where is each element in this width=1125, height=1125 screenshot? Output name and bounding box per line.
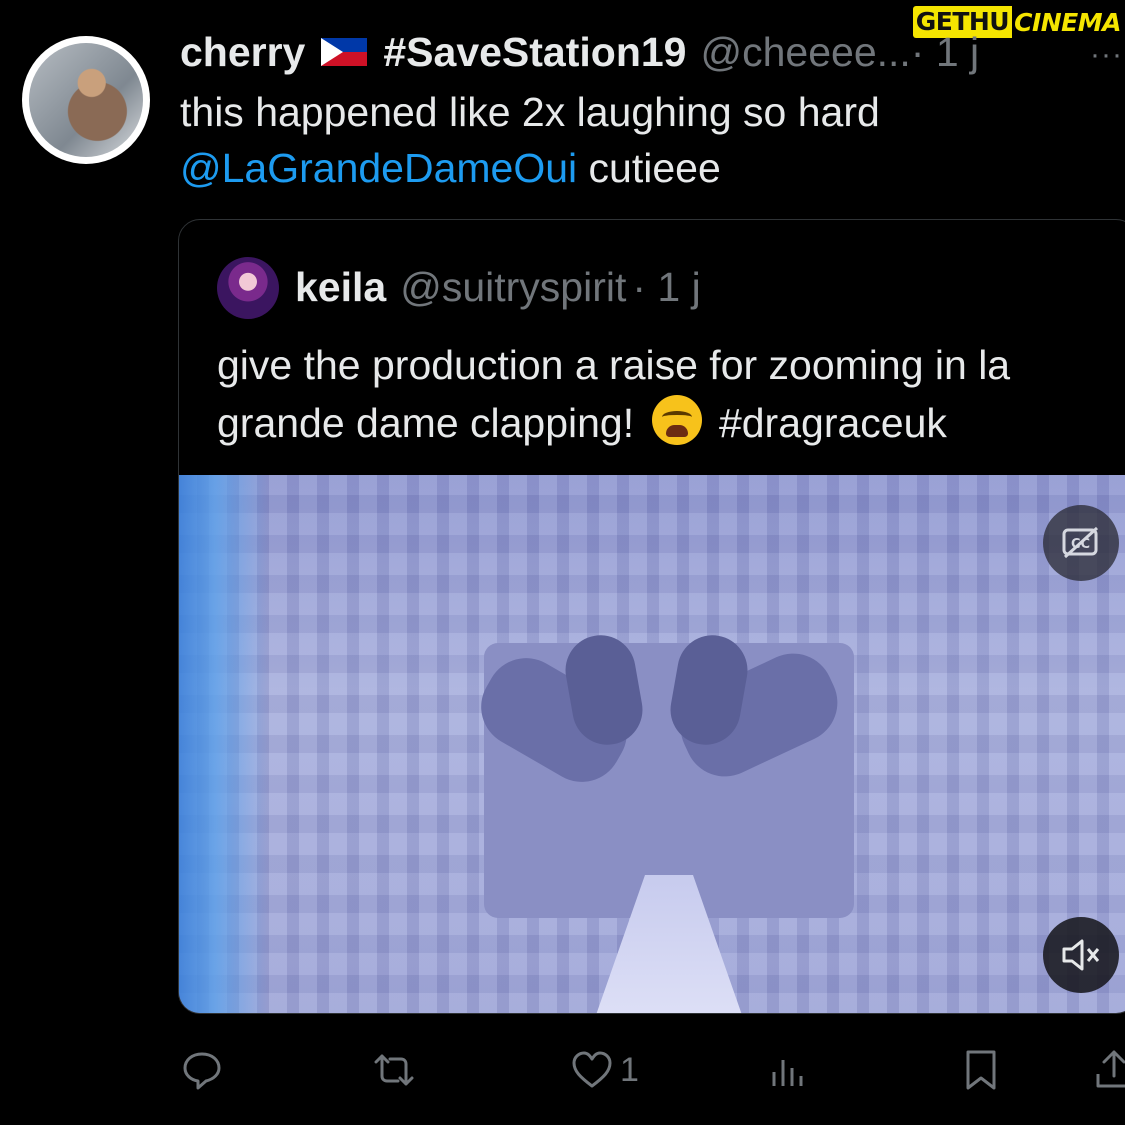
video-player[interactable]: CC xyxy=(179,475,1125,1013)
more-options-icon[interactable]: ··· xyxy=(1090,38,1123,72)
reply-icon xyxy=(183,1052,221,1090)
tweet-body: this happened like 2x laughing so hard @… xyxy=(180,84,1080,196)
share-icon xyxy=(1096,1050,1125,1088)
closed-captions-button[interactable]: CC xyxy=(1043,505,1119,581)
retweet-button[interactable] xyxy=(372,1040,422,1100)
author-name[interactable]: cherry xyxy=(180,29,305,76)
hashtag-link[interactable]: #dragraceuk xyxy=(719,400,947,446)
bookmark-icon xyxy=(966,1050,996,1090)
tweet-action-bar: 1 xyxy=(0,1040,1125,1100)
like-count: 1 xyxy=(620,1050,639,1089)
tweet-timestamp[interactable]: · 1 j xyxy=(911,29,979,76)
retweet-icon xyxy=(374,1054,414,1086)
quoted-tweet[interactable]: keila @suitryspirit · 1 j give the produ… xyxy=(178,219,1125,1014)
like-button[interactable]: 1 xyxy=(570,1040,639,1100)
tweet-text-tail: cutieee xyxy=(577,145,721,191)
loudly-crying-face-emoji-icon xyxy=(651,395,702,445)
quoted-author-avatar[interactable] xyxy=(217,257,279,319)
quoted-author-name[interactable]: keila xyxy=(295,264,386,311)
views-icon xyxy=(772,1060,803,1086)
bookmark-button[interactable] xyxy=(960,1040,1004,1100)
author-name-hashtag[interactable]: #SaveStation19 xyxy=(383,29,686,76)
quoted-author-handle[interactable]: @suitryspirit xyxy=(400,264,626,311)
views-button[interactable] xyxy=(766,1040,816,1100)
quoted-timestamp: · 1 j xyxy=(632,264,701,310)
muted-speaker-icon xyxy=(1062,939,1100,971)
philippines-flag-icon xyxy=(321,38,368,66)
quoted-tweet-text: give the production a raise for zooming … xyxy=(217,336,1097,452)
heart-icon xyxy=(572,1051,612,1088)
author-handle[interactable]: @cheeee... xyxy=(700,29,910,76)
reply-button[interactable] xyxy=(180,1040,230,1100)
tweet-header: cherry #SaveStation19 @cheeee... · 1 j xyxy=(180,28,1120,76)
author-avatar[interactable] xyxy=(22,36,150,164)
tweet-text-line: this happened like 2x laughing so hard xyxy=(180,89,880,135)
share-button[interactable] xyxy=(1092,1040,1125,1100)
closed-captions-icon: CC xyxy=(1062,526,1099,559)
mute-toggle-button[interactable] xyxy=(1043,917,1119,993)
mention-link[interactable]: @LaGrandeDameOui xyxy=(180,145,577,191)
quoted-tweet-header: keila @suitryspirit · 1 j xyxy=(295,264,701,311)
